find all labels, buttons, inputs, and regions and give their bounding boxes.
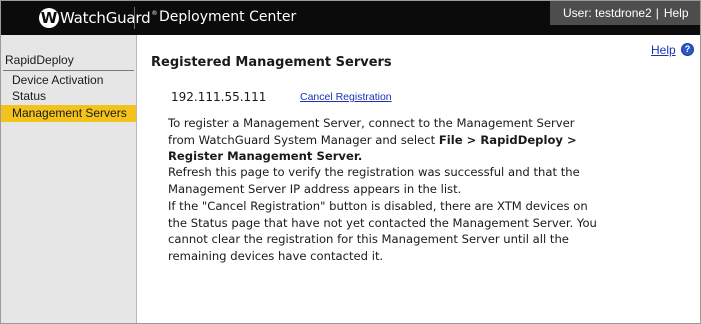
page-title: Registered Management Servers (151, 55, 392, 70)
server-ip-address: 192.111.55.111 (171, 90, 267, 104)
cancel-registration-link[interactable]: Cancel Registration (300, 91, 392, 103)
watchguard-logo-icon: W (39, 8, 59, 28)
logo-text: WatchGuard (60, 9, 151, 27)
question-circle-icon[interactable]: ? (681, 43, 694, 56)
cancel-disabled-note: If the "Cancel Registration" button is d… (168, 199, 597, 263)
header-separator: | (655, 6, 659, 20)
app-window: W WatchGuard ® Deployment Center User: t… (0, 0, 701, 324)
sidebar-item-status[interactable]: Status (1, 88, 136, 105)
watchguard-logo: W WatchGuard ® (39, 7, 157, 29)
help-link[interactable]: Help (651, 43, 676, 57)
sidebar: RapidDeploy Device Activation Status Man… (1, 35, 137, 323)
trademark-mark: ® (151, 10, 158, 17)
header-divider (134, 7, 135, 29)
sidebar-item-management-servers[interactable]: Management Servers (1, 105, 136, 122)
refresh-instructions: Refresh this page to verify the registra… (168, 165, 580, 196)
sidebar-divider (3, 70, 134, 71)
sidebar-item-device-activation[interactable]: Device Activation (1, 72, 136, 89)
header-help-link[interactable]: Help (664, 6, 689, 20)
user-box: User: testdrone2 | Help (550, 1, 700, 25)
sidebar-section-title: RapidDeploy (5, 53, 74, 67)
user-label: User: testdrone2 (563, 6, 652, 20)
register-instructions: To register a Management Server, connect… (168, 115, 598, 165)
app-title: Deployment Center (159, 9, 297, 25)
top-header: W WatchGuard ® Deployment Center User: t… (1, 1, 700, 35)
